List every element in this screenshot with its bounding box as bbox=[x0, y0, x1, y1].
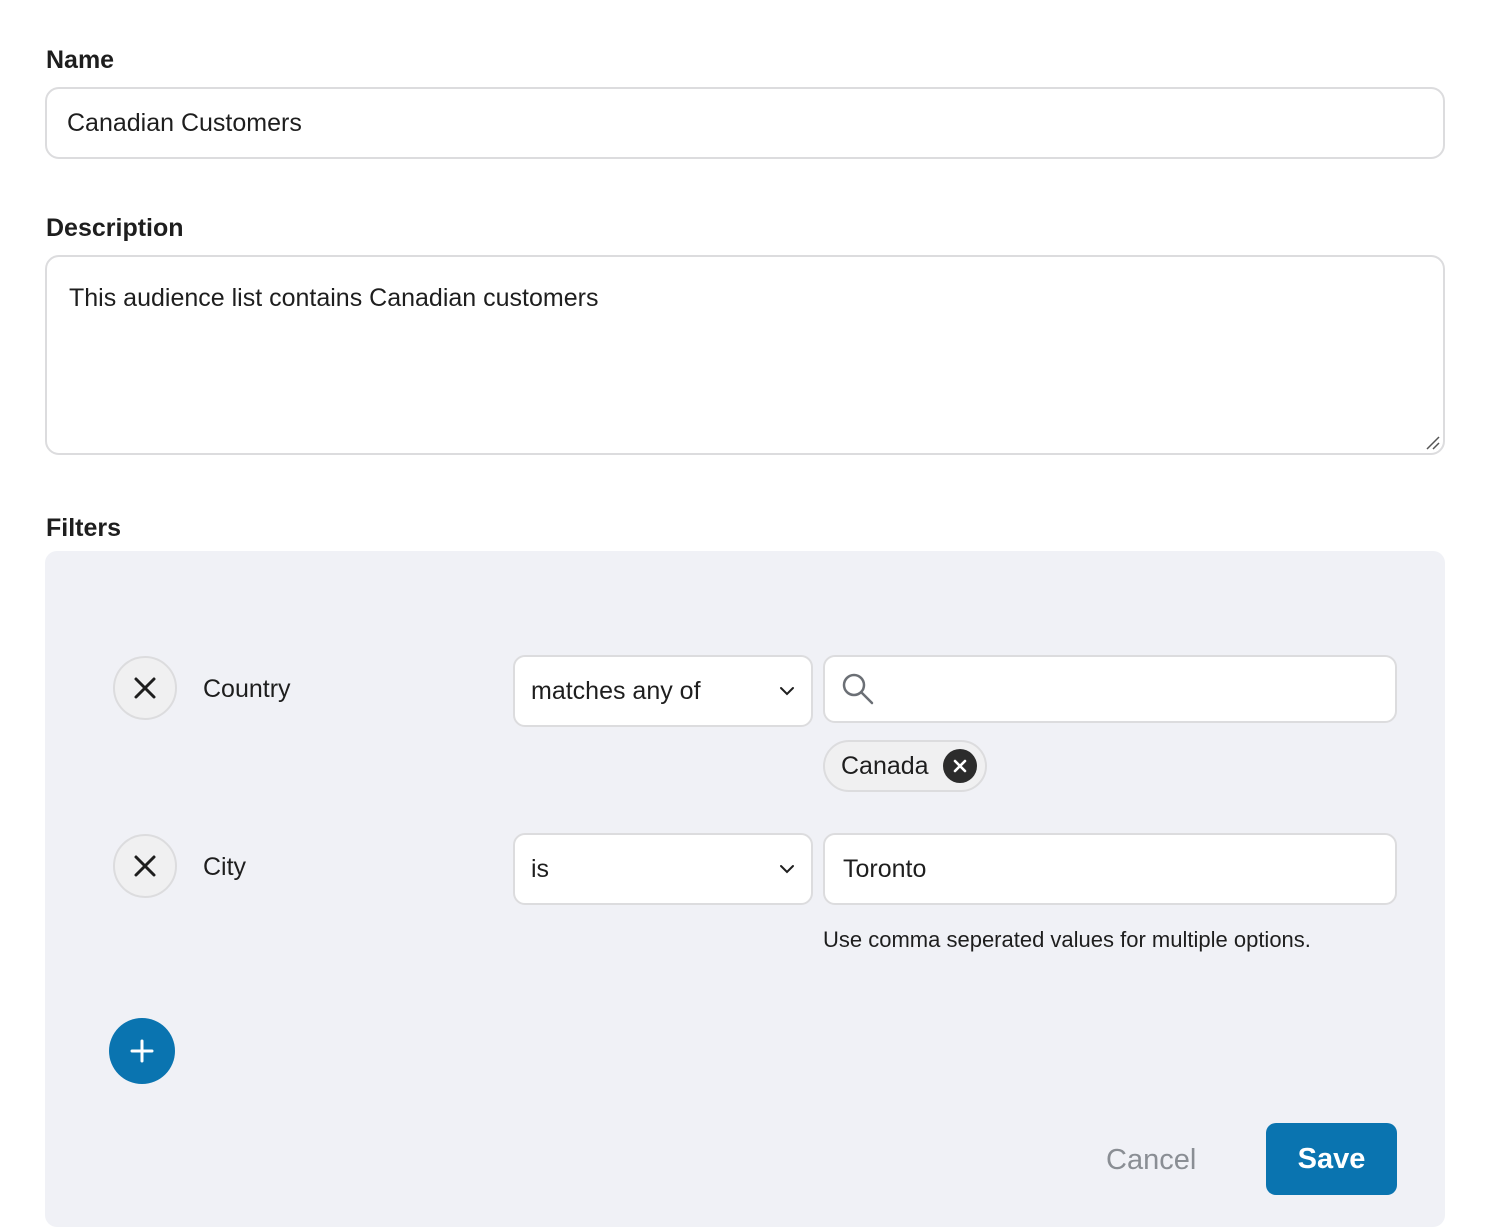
operator-select-value: matches any of bbox=[531, 676, 701, 705]
operator-select-value: is bbox=[531, 854, 550, 883]
close-icon bbox=[134, 855, 156, 877]
search-icon bbox=[842, 673, 874, 705]
city-value-input[interactable] bbox=[841, 853, 1379, 885]
chip-label: Canada bbox=[841, 751, 929, 780]
remove-filter-city-button[interactable] bbox=[113, 834, 177, 898]
description-textarea[interactable]: This audience list contains Canadian cus… bbox=[45, 255, 1445, 455]
chip-remove-button[interactable] bbox=[942, 749, 977, 783]
chevron-down-icon bbox=[780, 687, 794, 696]
filter-field-city: City bbox=[203, 853, 247, 881]
operator-select-country[interactable]: matches any of bbox=[513, 655, 813, 727]
city-help-text: Use comma seperated values for multiple … bbox=[823, 927, 1311, 952]
city-value-field[interactable] bbox=[823, 833, 1397, 905]
filter-field-country: Country bbox=[203, 675, 291, 703]
remove-filter-country-button[interactable] bbox=[113, 656, 177, 720]
cancel-button[interactable]: Cancel bbox=[1106, 1146, 1196, 1175]
name-label: Name bbox=[46, 46, 115, 74]
country-search-field[interactable] bbox=[823, 655, 1397, 723]
close-circle-icon bbox=[953, 759, 966, 773]
country-chip-canada: Canada bbox=[823, 740, 987, 792]
resize-handle-icon[interactable] bbox=[1424, 434, 1440, 450]
description-label: Description bbox=[46, 214, 184, 242]
add-filter-button[interactable] bbox=[109, 1018, 175, 1084]
plus-icon bbox=[130, 1039, 154, 1063]
chevron-down-icon bbox=[780, 865, 794, 874]
filters-label: Filters bbox=[46, 514, 122, 542]
country-search-input[interactable] bbox=[887, 673, 1379, 705]
close-icon bbox=[134, 677, 156, 699]
name-input[interactable] bbox=[45, 87, 1445, 159]
save-button[interactable]: Save bbox=[1266, 1123, 1397, 1195]
operator-select-city[interactable]: is bbox=[513, 833, 813, 905]
